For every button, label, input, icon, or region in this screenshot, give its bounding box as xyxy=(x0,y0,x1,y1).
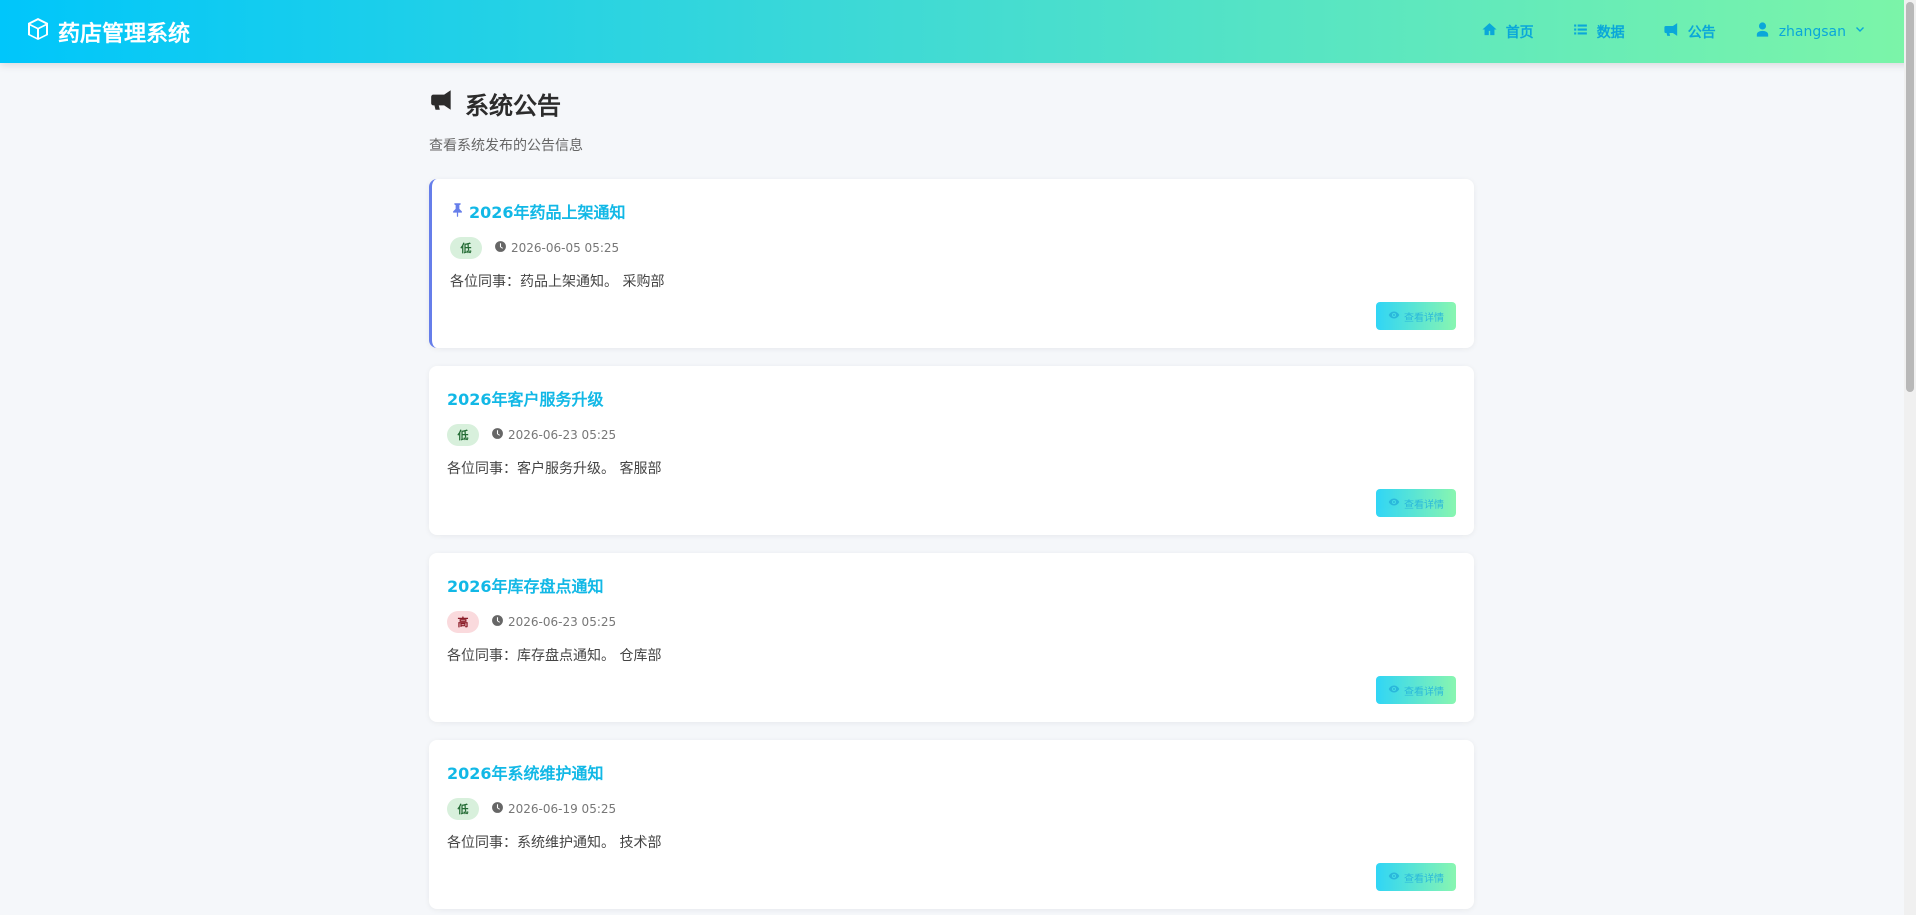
scrollbar-thumb[interactable] xyxy=(1906,2,1914,392)
notice-content: 各位同事：药品上架通知。 采购部 xyxy=(450,274,665,290)
notice-content: 各位同事：库存盘点通知。 仓库部 xyxy=(447,648,662,664)
cube-icon xyxy=(26,17,50,47)
notice-date: 2026-06-23 05:25 xyxy=(491,614,616,630)
notice-title[interactable]: 2026年库存盘点通知 xyxy=(447,573,1456,597)
user-icon xyxy=(1754,21,1771,42)
nav-home[interactable]: 首页 xyxy=(1481,21,1534,42)
nav-notice-label: 公告 xyxy=(1687,24,1716,41)
notice-meta: 低 2026-06-19 05:25 xyxy=(447,798,1456,820)
megaphone-icon xyxy=(429,87,455,119)
page-title: 系统公告 xyxy=(429,87,1474,120)
nav-notice[interactable]: 公告 xyxy=(1663,21,1716,42)
main-content: 系统公告 查看系统发布的公告信息 2026年药品上架通知 低 2026-06-0… xyxy=(429,63,1474,909)
clock-icon xyxy=(494,240,507,256)
clock-icon xyxy=(491,801,504,817)
notice-meta: 高 2026-06-23 05:25 xyxy=(447,611,1456,633)
view-detail-button[interactable]: 查看详情 xyxy=(1376,489,1456,517)
notice-card: 2026年药品上架通知 低 2026-06-05 05:25 各位同事：药品上架… xyxy=(429,179,1474,348)
chevron-down-icon xyxy=(1854,24,1866,40)
notice-title[interactable]: 2026年客户服务升级 xyxy=(447,386,1456,410)
notice-date-text: 2026-06-23 05:25 xyxy=(508,615,617,629)
notice-date: 2026-06-05 05:25 xyxy=(494,240,619,256)
priority-badge: 高 xyxy=(447,611,479,633)
eye-icon xyxy=(1388,496,1400,511)
nav-home-label: 首页 xyxy=(1505,24,1534,41)
eye-icon xyxy=(1388,683,1400,698)
nav-data[interactable]: 数据 xyxy=(1572,21,1625,42)
notice-content: 各位同事：系统维护通知。 技术部 xyxy=(447,835,662,851)
notice-title[interactable]: 2026年药品上架通知 xyxy=(450,199,1456,223)
notice-title-text: 2026年系统维护通知 xyxy=(447,764,604,783)
notice-content: 各位同事：客户服务升级。 客服部 xyxy=(447,461,662,477)
notice-date: 2026-06-23 05:25 xyxy=(491,427,616,443)
priority-badge: 低 xyxy=(447,424,479,446)
pin-icon xyxy=(450,202,465,221)
page-title-text: 系统公告 xyxy=(465,91,561,120)
notice-title-text: 2026年客户服务升级 xyxy=(447,390,604,409)
notice-title-text: 2026年药品上架通知 xyxy=(469,203,626,222)
view-detail-button[interactable]: 查看详情 xyxy=(1376,302,1456,330)
priority-badge: 低 xyxy=(450,237,482,259)
notice-card: 2026年库存盘点通知 高 2026-06-23 05:25 各位同事：库存盘点… xyxy=(429,553,1474,722)
scrollbar[interactable] xyxy=(1904,0,1916,915)
list-icon xyxy=(1572,21,1589,42)
view-detail-label: 查看详情 xyxy=(1404,312,1444,324)
username: zhangsan xyxy=(1778,23,1846,40)
eye-icon xyxy=(1388,870,1400,885)
view-detail-label: 查看详情 xyxy=(1404,873,1444,885)
page-subtitle: 查看系统发布的公告信息 xyxy=(429,138,583,154)
notice-date-text: 2026-06-23 05:25 xyxy=(508,428,617,442)
notice-title-text: 2026年库存盘点通知 xyxy=(447,577,604,596)
clock-icon xyxy=(491,427,504,443)
view-detail-label: 查看详情 xyxy=(1404,686,1444,698)
view-detail-button[interactable]: 查看详情 xyxy=(1376,863,1456,891)
megaphone-icon xyxy=(1663,21,1680,42)
notice-card: 2026年客户服务升级 低 2026-06-23 05:25 各位同事：客户服务… xyxy=(429,366,1474,535)
notice-meta: 低 2026-06-23 05:25 xyxy=(447,424,1456,446)
priority-badge: 低 xyxy=(447,798,479,820)
eye-icon xyxy=(1388,309,1400,324)
notice-title[interactable]: 2026年系统维护通知 xyxy=(447,760,1456,784)
view-detail-button[interactable]: 查看详情 xyxy=(1376,676,1456,704)
main-nav: 首页 数据 公告 zhangsan xyxy=(1481,0,1866,63)
home-icon xyxy=(1481,21,1498,42)
notice-meta: 低 2026-06-05 05:25 xyxy=(450,237,1456,259)
notice-date: 2026-06-19 05:25 xyxy=(491,801,616,817)
notice-date-text: 2026-06-05 05:25 xyxy=(511,241,620,255)
brand[interactable]: 药店管理系统 xyxy=(26,0,190,63)
nav-data-label: 数据 xyxy=(1596,24,1625,41)
top-navbar: 药店管理系统 首页 数据 公告 zhangsan xyxy=(0,0,1916,63)
user-menu[interactable]: zhangsan xyxy=(1754,21,1866,42)
notice-card: 2026年系统维护通知 低 2026-06-19 05:25 各位同事：系统维护… xyxy=(429,740,1474,909)
notice-date-text: 2026-06-19 05:25 xyxy=(508,802,617,816)
brand-title: 药店管理系统 xyxy=(58,21,191,47)
clock-icon xyxy=(491,614,504,630)
view-detail-label: 查看详情 xyxy=(1404,499,1444,511)
